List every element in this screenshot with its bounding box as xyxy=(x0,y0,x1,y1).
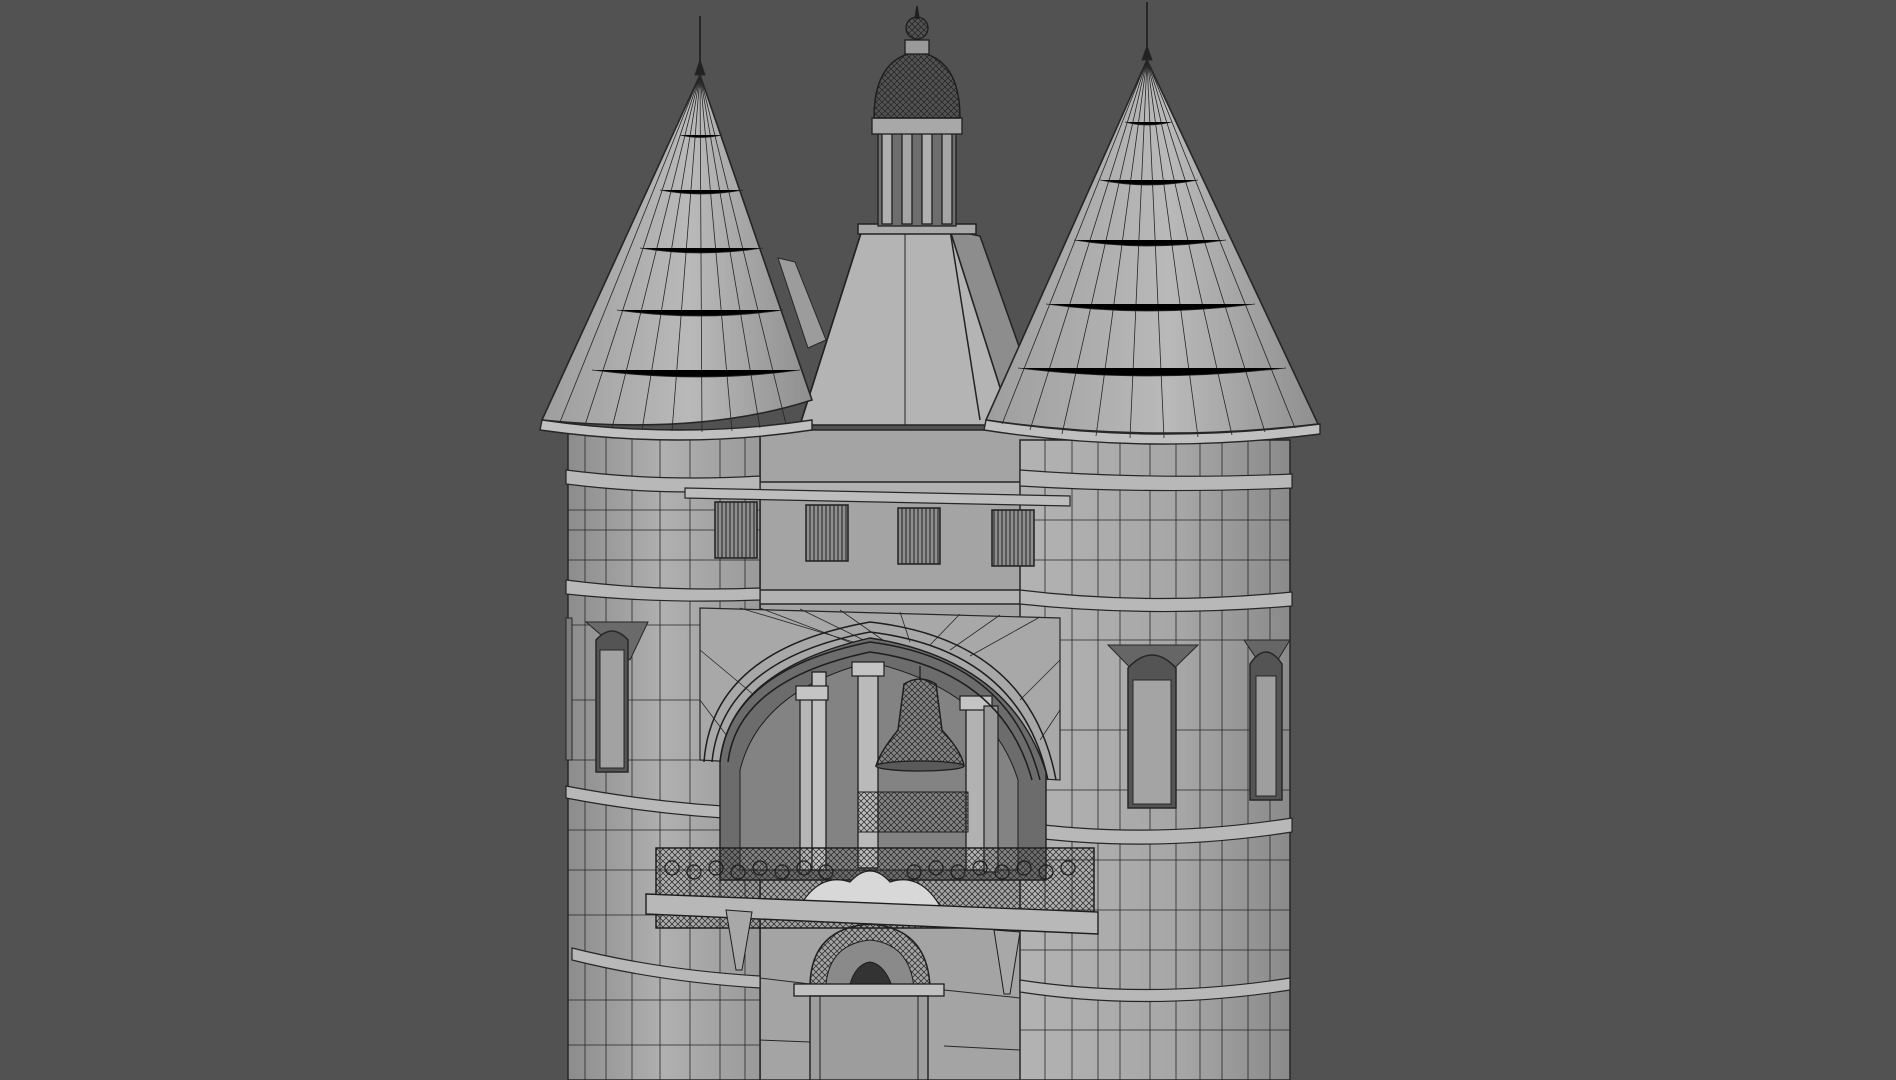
3d-viewport xyxy=(0,0,1896,1080)
wireframe-render xyxy=(0,0,1896,1080)
